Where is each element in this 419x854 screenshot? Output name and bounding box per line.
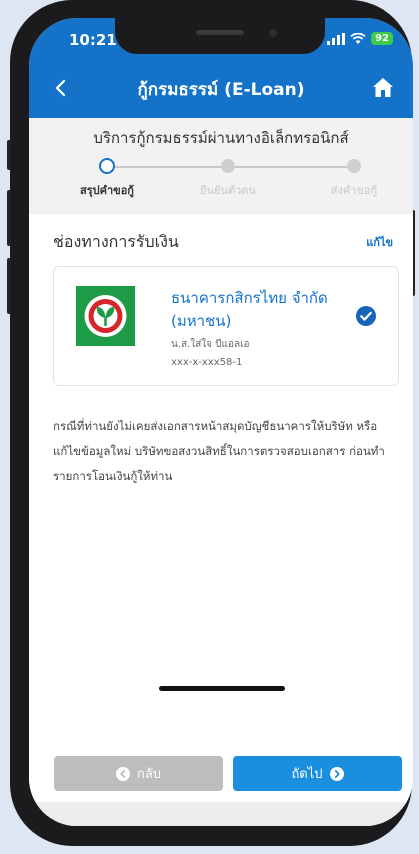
- document-notice: กรณีที่ท่านยังไม่เคยส่งเอกสารหน้าสมุดบัญ…: [53, 419, 385, 483]
- wifi-icon: [350, 32, 366, 44]
- step-connector: [235, 166, 347, 168]
- step-connector: [111, 166, 221, 168]
- check-circle-icon: [356, 306, 376, 326]
- status-bar: 10:21 92: [29, 18, 413, 62]
- payment-channel-title: ช่องทางการรับเงิน: [53, 232, 179, 251]
- next-button-label: ถัดไป: [291, 767, 323, 782]
- status-icons: 92: [327, 32, 393, 45]
- bank-name: ธนาคารกสิกรไทย จำกัด (มหาชน): [171, 289, 328, 330]
- edit-payment-link[interactable]: แก้ไข: [366, 233, 393, 251]
- step-3-indicator: [347, 159, 361, 173]
- page-title: กู้กรมธรรม์ (E-Loan): [137, 80, 305, 100]
- mute-switch: [7, 140, 11, 170]
- account-holder-name: น.ส.ใส่ใจ บีแอลเอ: [171, 339, 250, 350]
- next-button[interactable]: ถัดไป: [233, 756, 402, 791]
- service-subtitle: บริการกู้กรมธรรม์ผ่านทางอิเล็กทรอนิกส์: [93, 129, 349, 147]
- kbank-leaf-icon: [84, 295, 127, 337]
- progress-stepper: บริการกู้กรมธรรม์ผ่านทางอิเล็กทรอนิกส์ ส…: [29, 118, 413, 214]
- volume-up-button: [7, 190, 11, 246]
- step-3-label: ส่งคำขอกู้: [330, 184, 378, 197]
- status-time: 10:21: [69, 31, 117, 49]
- step-2-indicator: [221, 159, 235, 173]
- home-indicator: [159, 686, 285, 691]
- bank-account-card[interactable]: ธนาคารกสิกรไทย จำกัด (มหาชน) น.ส.ใส่ใจ บ…: [53, 266, 399, 386]
- main-content: ช่องทางการรับเงิน แก้ไข ธนาคารกสิกรไทย จ…: [29, 214, 413, 826]
- step-2-label: ยืนยันตัวตน: [200, 184, 256, 197]
- step-1-indicator: [99, 158, 115, 174]
- arrow-left-circle-icon: [115, 766, 130, 781]
- navigation-bar: กู้กรมธรรม์ (E-Loan): [29, 62, 413, 118]
- step-1-label: สรุปคำขอกู้: [80, 184, 134, 197]
- battery-indicator: 92: [371, 32, 393, 45]
- app-screen: 10:21 92 กู้กรมธรรม์ (E-Loan) บริการกู้ก…: [29, 18, 413, 826]
- signal-icon: [327, 32, 346, 45]
- device-notch: [115, 18, 325, 54]
- home-icon[interactable]: [371, 76, 395, 100]
- front-camera: [269, 29, 277, 37]
- back-button[interactable]: กลับ: [54, 756, 223, 791]
- phone-frame: 10:21 92 กู้กรมธรรม์ (E-Loan) บริการกู้ก…: [7, 0, 415, 846]
- back-button-label: กลับ: [136, 767, 162, 782]
- bottom-bar: [29, 802, 413, 826]
- arrow-right-circle-icon: [329, 766, 344, 781]
- speaker-grille: [196, 30, 244, 35]
- kbank-logo: [76, 286, 135, 346]
- account-number: xxx-x-xxx58-1: [171, 357, 243, 368]
- volume-down-button: [7, 258, 11, 314]
